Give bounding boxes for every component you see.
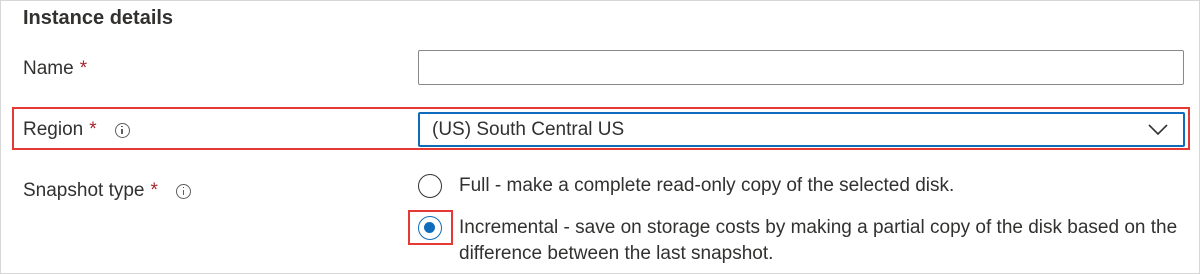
snapshot-type-info-icon[interactable] — [175, 183, 191, 199]
name-label: Name — [23, 58, 74, 79]
radio-incremental-label: Incremental - save on storage costs by m… — [459, 217, 1178, 264]
radio-incremental[interactable] — [418, 216, 442, 240]
snapshot-type-label: Snapshot type — [23, 180, 145, 201]
snapshot-type-required-mark: * — [150, 180, 158, 201]
radio-full[interactable] — [418, 174, 442, 198]
snapshot-type-label-row: Snapshot type * — [23, 180, 191, 202]
chevron-down-icon — [1148, 124, 1168, 136]
name-label-row: Name * — [23, 58, 87, 80]
region-select[interactable]: (US) South Central US — [418, 112, 1185, 147]
radio-option-incremental[interactable]: Incremental - save on storage costs by m… — [418, 216, 1178, 267]
region-selected-value: (US) South Central US — [432, 118, 625, 140]
region-info-icon[interactable] — [114, 122, 130, 138]
instance-details-panel: Instance details Name * Region * (US) So… — [0, 0, 1200, 274]
region-required-mark: * — [89, 119, 97, 140]
name-input[interactable] — [418, 50, 1184, 85]
name-required-mark: * — [79, 58, 88, 79]
region-label: Region — [23, 119, 84, 140]
radio-full-label: Full - make a complete read-only copy of… — [459, 175, 955, 196]
section-title: Instance details — [23, 7, 174, 29]
radio-option-full[interactable]: Full - make a complete read-only copy of… — [418, 174, 954, 199]
region-label-row: Region * — [23, 119, 130, 141]
